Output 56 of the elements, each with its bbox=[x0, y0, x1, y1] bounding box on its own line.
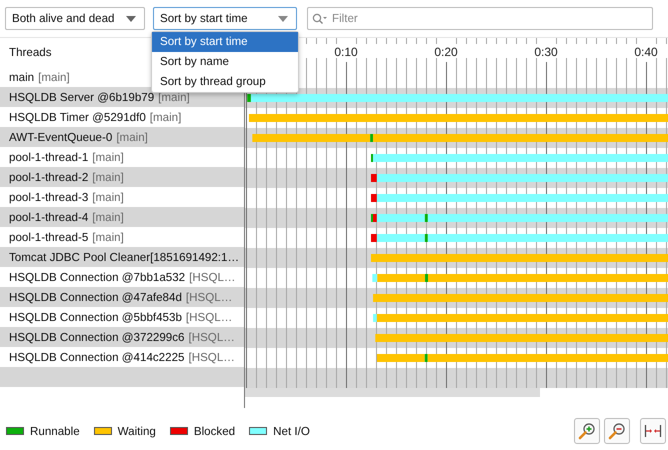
thread-name[interactable]: HSQLDB Timer @5291df0 bbox=[9, 110, 146, 124]
scrollbar-thumb[interactable] bbox=[245, 388, 540, 397]
thread-group-label: [main] bbox=[92, 210, 124, 224]
thread-name[interactable]: main bbox=[9, 70, 34, 84]
legend-swatch bbox=[6, 427, 24, 435]
menu-item[interactable]: Sort by name bbox=[152, 52, 298, 72]
legend-label: Runnable bbox=[30, 424, 80, 438]
zoom-out-icon bbox=[608, 422, 626, 440]
zoom-in-icon bbox=[578, 422, 596, 440]
menu-item[interactable]: Sort by thread group bbox=[152, 72, 298, 92]
thread-name[interactable]: HSQLDB Connection @414c2225 bbox=[9, 350, 184, 364]
column-header: Threads bbox=[9, 46, 52, 59]
menu-item[interactable]: Sort by start time bbox=[152, 32, 298, 52]
zoom-in-button[interactable] bbox=[574, 418, 600, 444]
thread-group-label: [HSQL… bbox=[186, 290, 232, 304]
thread-name[interactable]: AWT-EventQueue-0 bbox=[9, 130, 112, 144]
zoom-out-button[interactable] bbox=[604, 418, 630, 444]
thread-group-label: [main] bbox=[92, 170, 124, 184]
fit-width-button[interactable] bbox=[640, 418, 666, 444]
thread-group-label: [HSQL… bbox=[186, 310, 232, 324]
time-label: 0:20 bbox=[434, 45, 458, 59]
thread-name[interactable]: pool-1-thread-1 bbox=[9, 150, 88, 164]
time-label: 0:10 bbox=[334, 45, 358, 59]
thread-name[interactable]: HSQLDB Connection @5bbf453b bbox=[9, 310, 182, 324]
time-label: 0:30 bbox=[534, 45, 558, 59]
thread-name[interactable]: HSQLDB Connection @47afe84d bbox=[9, 290, 182, 304]
thread-name[interactable]: HSQLDB Server @6b19b79 bbox=[9, 90, 154, 104]
thread-group-label: [HSQL… bbox=[189, 270, 236, 284]
thread-group-label: [main] bbox=[92, 230, 124, 244]
legend-swatch bbox=[249, 427, 268, 435]
thread-group-label: [HSQL… bbox=[188, 330, 235, 344]
legend-label: Blocked bbox=[194, 424, 236, 438]
sort-dropdown[interactable]: Sort by start time bbox=[153, 7, 297, 30]
filter-field[interactable]: Filter bbox=[307, 7, 653, 30]
thread-name[interactable]: pool-1-thread-5 bbox=[9, 230, 88, 244]
thread-group-label: [HSQL… bbox=[188, 350, 235, 364]
caret-icon bbox=[126, 16, 136, 22]
thread-name[interactable]: HSQLDB Connection @372299c6 bbox=[9, 330, 184, 344]
caret-icon bbox=[278, 16, 288, 22]
thread-name[interactable]: HSQLDB Connection @7bb1a532 bbox=[9, 270, 186, 284]
time-label: 0:40 bbox=[634, 45, 658, 59]
state-filter-dropdown[interactable]: Both alive and dead bbox=[5, 7, 145, 30]
thread-name[interactable]: pool-1-thread-4 bbox=[9, 210, 88, 224]
thread-name[interactable]: pool-1-thread-3 bbox=[9, 190, 88, 204]
thread-group-label: [main] bbox=[150, 110, 182, 124]
thread-group-label: [main] bbox=[92, 190, 124, 204]
thread-name[interactable]: pool-1-thread-2 bbox=[9, 170, 88, 184]
thread-group-label: [main] bbox=[38, 70, 70, 84]
thread-group-label: [main] bbox=[116, 130, 148, 144]
legend-swatch bbox=[94, 427, 112, 435]
fit-width-icon bbox=[644, 424, 662, 438]
thread-group-label: [main] bbox=[92, 150, 124, 164]
legend-swatch bbox=[170, 427, 188, 435]
legend-label: Net I/O bbox=[273, 424, 310, 438]
thread-group-label: [main] bbox=[158, 90, 190, 104]
legend-label: Waiting bbox=[118, 424, 156, 438]
